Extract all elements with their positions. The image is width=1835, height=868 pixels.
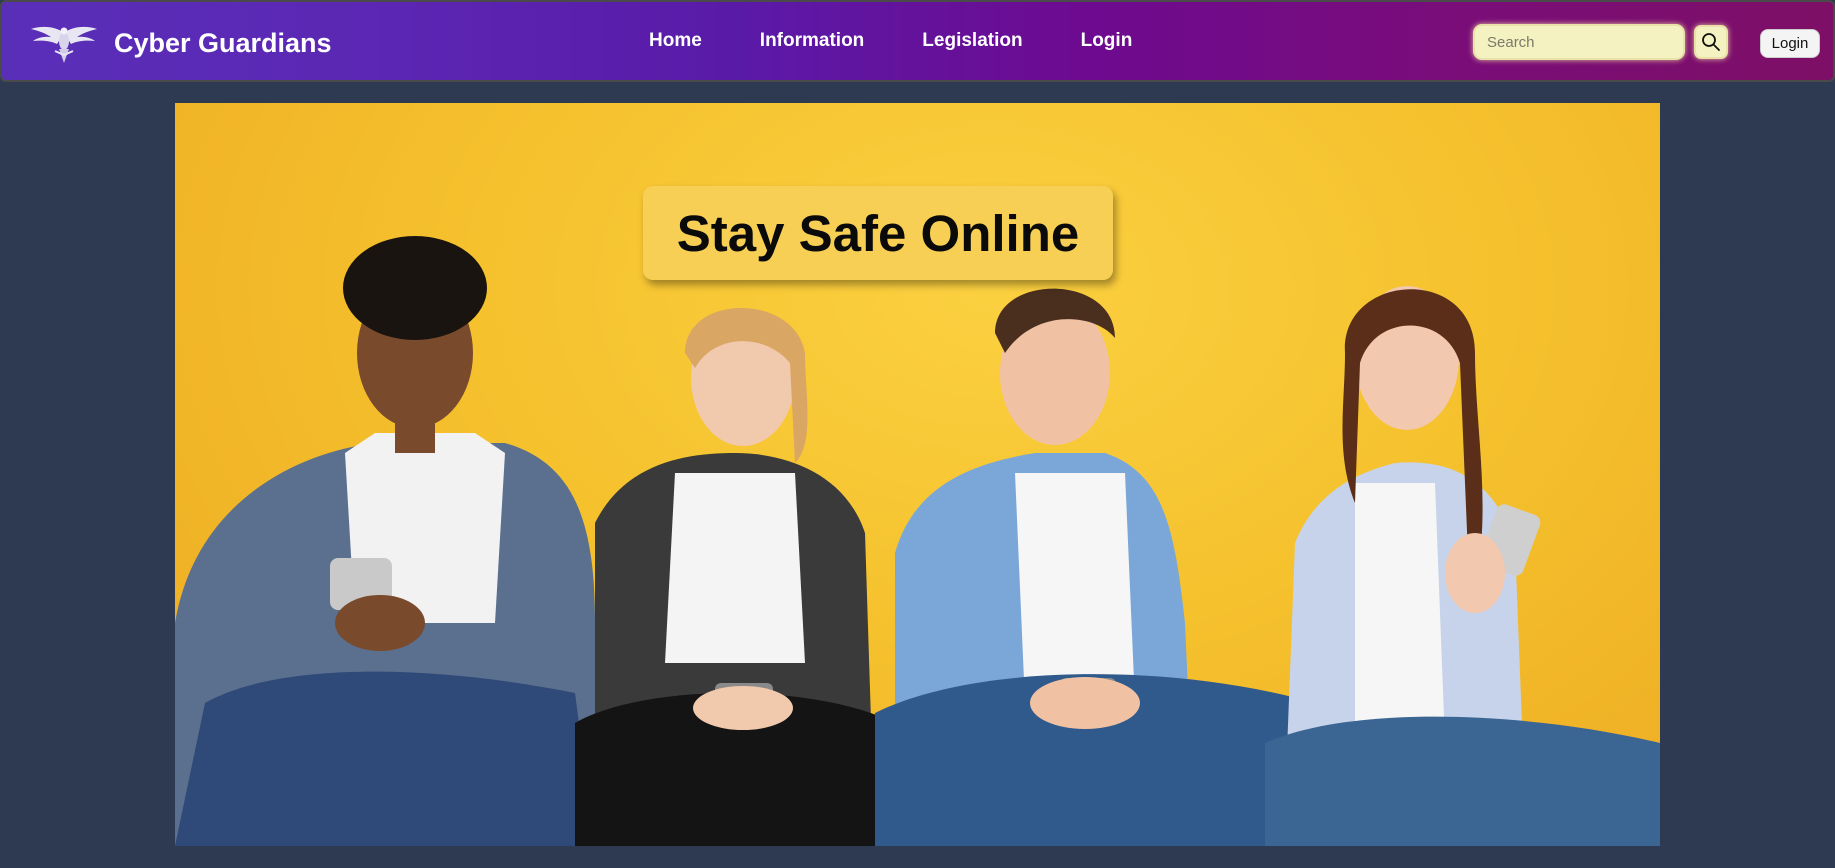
- brand[interactable]: Cyber Guardians: [28, 20, 332, 66]
- person-blue-shirt: [875, 288, 1325, 846]
- brand-title: Cyber Guardians: [114, 27, 332, 58]
- person-plaid-shirt: [175, 236, 595, 846]
- nav-login[interactable]: Login: [1081, 30, 1133, 52]
- person-striped-jacket: [575, 308, 895, 846]
- main-nav: Home Information Legislation Login: [649, 30, 1132, 52]
- hero-heading: Stay Safe Online: [643, 186, 1113, 280]
- navbar: Cyber Guardians Home Information Legisla…: [0, 0, 1835, 82]
- login-button[interactable]: Login: [1760, 29, 1820, 58]
- search-icon: [1702, 33, 1720, 51]
- search-button[interactable]: [1694, 25, 1728, 59]
- nav-legislation[interactable]: Legislation: [922, 30, 1022, 52]
- person-striped-shirt: [1265, 286, 1660, 846]
- eagle-logo-icon[interactable]: [28, 20, 100, 66]
- search-input[interactable]: [1473, 24, 1685, 60]
- hero-banner: Stay Safe Online: [175, 103, 1660, 846]
- nav-home[interactable]: Home: [649, 30, 702, 52]
- nav-information[interactable]: Information: [760, 30, 865, 52]
- search-form: [1473, 24, 1728, 60]
